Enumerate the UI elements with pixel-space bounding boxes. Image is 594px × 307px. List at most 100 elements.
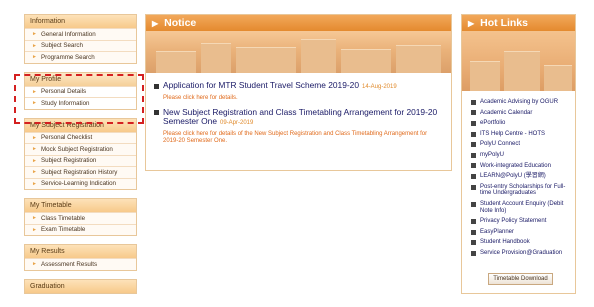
- sidebar-item-label: Mock Subject Registration: [41, 145, 113, 153]
- square-bullet-icon: [471, 184, 476, 190]
- square-bullet-icon: [471, 229, 476, 235]
- square-bullet-icon: [471, 250, 476, 256]
- hotlink-label: Work-integrated Education: [480, 162, 551, 169]
- hotlink-label: LEARN@PolyU (學習網): [480, 173, 546, 180]
- sidebar: Information ► General Information ► Subjec…: [24, 14, 137, 302]
- triangle-icon: ▶: [468, 18, 475, 28]
- news-desc[interactable]: Please click here for details of the New…: [163, 131, 443, 145]
- building-shape: [236, 47, 296, 73]
- news-date: 14-Aug-2019: [361, 84, 397, 90]
- news-item[interactable]: Application for MTR Student Travel Schem…: [154, 80, 443, 102]
- sidebar-item-label: Exam Timetable: [41, 226, 86, 234]
- news-item[interactable]: New Subject Registration and Class Timet…: [154, 107, 443, 145]
- group-title: Information: [25, 15, 136, 28]
- news-title[interactable]: Application for MTR Student Travel Schem…: [154, 80, 443, 93]
- bullet-icon: [154, 110, 159, 116]
- building-shape: [544, 65, 572, 91]
- hotlink-item[interactable]: EasyPlanner: [471, 229, 575, 236]
- sidebar-item-subject-registration[interactable]: ► Subject Registration: [25, 154, 136, 166]
- campus-banner-image: [146, 31, 451, 73]
- building-shape: [301, 39, 336, 73]
- sidebar-item-programme-search[interactable]: ► Programme Search: [25, 51, 136, 63]
- square-bullet-icon: [471, 218, 476, 224]
- hotlinks-header: ▶ Hot Links: [462, 15, 575, 31]
- group-my-timetable: My Timetable ► Class Timetable ► Exam Time…: [24, 198, 137, 236]
- arrow-icon: ►: [32, 169, 37, 176]
- sidebar-item-label: Service-Learning Indication: [41, 180, 116, 188]
- group-title: Graduation: [25, 279, 136, 293]
- hotlinks-list: Academic Advising by OGUR Academic Calen…: [462, 91, 575, 257]
- timetable-download-button[interactable]: Timetable Download: [488, 273, 553, 285]
- building-shape: [470, 61, 500, 91]
- building-shape: [201, 43, 231, 73]
- square-bullet-icon: [471, 173, 476, 179]
- group-information: Information ► General Information ► Subjec…: [24, 14, 137, 64]
- hotlink-label: Academic Calendar: [480, 109, 533, 116]
- building-shape: [504, 51, 540, 91]
- hotlink-label: EasyPlanner: [480, 228, 515, 235]
- sidebar-item-label: Programme Search: [41, 53, 95, 61]
- square-bullet-icon: [471, 142, 476, 148]
- arrow-icon: ►: [32, 157, 37, 164]
- hotlink-label: Service Provision@Graduation: [480, 249, 563, 256]
- arrow-icon: ►: [32, 180, 37, 187]
- building-shape: [341, 49, 391, 73]
- group-my-results: My Results ► Assessment Results: [24, 244, 137, 271]
- hotlink-label: Post-entry Scholarships for Full-time Un…: [480, 183, 566, 197]
- sidebar-item-label: Assessment Results: [41, 260, 98, 268]
- hotlink-item[interactable]: Student Handbook: [471, 239, 575, 246]
- sidebar-item-personal-checklist[interactable]: ► Personal Checklist: [25, 131, 136, 143]
- hotlink-item[interactable]: ePortfolio: [471, 120, 575, 127]
- sidebar-item-service-learning-indication[interactable]: ► Service-Learning Indication: [25, 177, 136, 189]
- news-desc[interactable]: Please click here for details.: [163, 95, 443, 102]
- hotlink-label: PolyU Connect: [480, 141, 521, 148]
- sidebar-item-general-information[interactable]: ► General Information: [25, 28, 136, 40]
- hotlink-item[interactable]: Privacy Policy Statement: [471, 218, 575, 225]
- hotlink-item[interactable]: PolyU Connect: [471, 141, 575, 148]
- arrow-icon: ►: [32, 261, 37, 268]
- notice-title: Notice: [164, 17, 197, 29]
- sidebar-item-subject-search[interactable]: ► Subject Search: [25, 39, 136, 51]
- hotlink-item[interactable]: Post-entry Scholarships for Full-time Un…: [471, 184, 575, 197]
- sidebar-item-label: Subject Registration History: [41, 168, 118, 176]
- group-title: My Timetable: [25, 199, 136, 212]
- arrow-icon: ►: [32, 31, 37, 38]
- hotlinks-panel: ▶ Hot Links Academic Advising by OGUR Ac…: [461, 14, 576, 294]
- hotlink-item[interactable]: Academic Calendar: [471, 110, 575, 117]
- hotlink-label: Student Handbook: [480, 239, 530, 246]
- hotlink-item[interactable]: ITS Help Centre - HOTS: [471, 131, 575, 138]
- building-shape: [156, 51, 196, 73]
- arrow-icon: ►: [32, 226, 37, 233]
- sidebar-item-mock-subject-registration[interactable]: ► Mock Subject Registration: [25, 143, 136, 155]
- hotlink-item[interactable]: Student Account Enquiry (Debit Note Info…: [471, 201, 575, 214]
- hotlink-label: ITS Help Centre - HOTS: [480, 130, 546, 137]
- hotlink-item[interactable]: Academic Advising by OGUR: [471, 99, 575, 106]
- hotlink-item[interactable]: LEARN@PolyU (學習網): [471, 173, 575, 180]
- notice-panel: ▶ Notice Application for MTR Student Tra…: [145, 14, 452, 171]
- hotlink-item[interactable]: myPolyU: [471, 152, 575, 159]
- hotlink-item[interactable]: Service Provision@Graduation: [471, 250, 575, 257]
- building-shape: [396, 45, 441, 73]
- sidebar-item-label: Subject Search: [41, 42, 83, 50]
- sidebar-item-exam-timetable[interactable]: ► Exam Timetable: [25, 223, 136, 235]
- sidebar-item-label: Personal Checklist: [41, 134, 93, 142]
- group-my-subject-registration: My Subject Registration ► Personal Checkl…: [24, 117, 137, 190]
- sidebar-item-class-timetable[interactable]: ► Class Timetable: [25, 212, 136, 224]
- highlight-box: [14, 74, 144, 124]
- notice-header: ▶ Notice: [146, 15, 451, 31]
- hotlink-label: myPolyU: [480, 151, 505, 158]
- news-title[interactable]: New Subject Registration and Class Timet…: [154, 107, 443, 129]
- square-bullet-icon: [471, 120, 476, 126]
- group-graduation[interactable]: Graduation: [24, 278, 137, 294]
- square-bullet-icon: [471, 110, 476, 116]
- sidebar-item-assessment-results[interactable]: ► Assessment Results: [25, 258, 136, 270]
- square-bullet-icon: [471, 240, 476, 246]
- sidebar-item-subject-registration-history[interactable]: ► Subject Registration History: [25, 166, 136, 178]
- arrow-icon: ►: [32, 54, 37, 61]
- hotlinks-banner-image: [462, 31, 575, 91]
- hotlink-item[interactable]: Work-integrated Education: [471, 163, 575, 170]
- group-title: My Results: [25, 245, 136, 258]
- news-date: 09-Apr-2019: [220, 120, 254, 127]
- square-bullet-icon: [471, 163, 476, 169]
- arrow-icon: ►: [32, 42, 37, 49]
